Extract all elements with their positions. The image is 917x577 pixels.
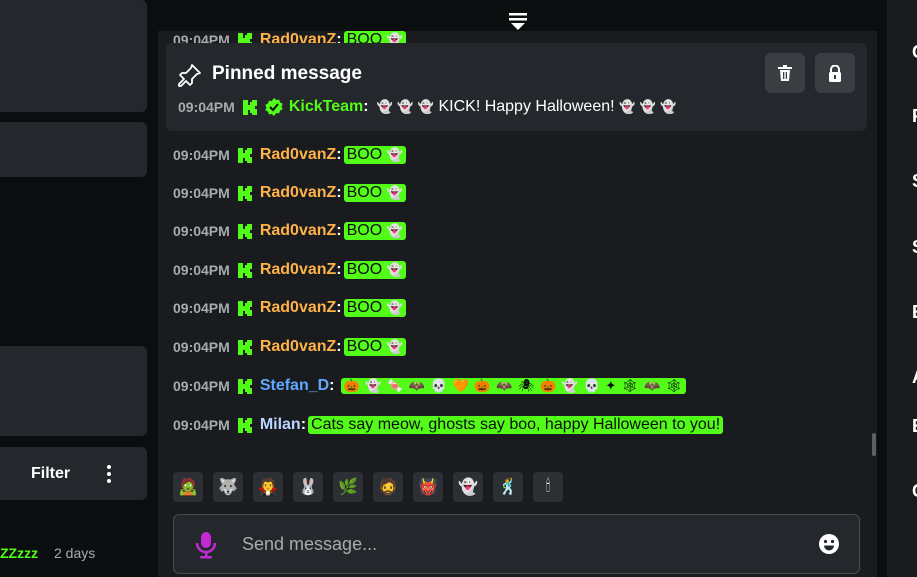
ghost-emote-icon: 👻: [376, 99, 393, 114]
emote-button[interactable]: 🕺: [493, 472, 523, 502]
message-username[interactable]: Rad0vanZ: [260, 299, 336, 317]
kick-badge-icon: [237, 378, 252, 394]
right-panel-label[interactable]: S: [912, 171, 917, 192]
pinned-message-line: 09:04PM KickTeam : 👻 👻 👻 KICK! Happy Hal…: [178, 98, 677, 116]
emote-bar: 🧟 🐺 🧛 🐰 🌿 🧔 👹 👻 🕺 🕯: [173, 472, 563, 502]
kick-badge-icon: [237, 417, 252, 433]
lock-pin-button[interactable]: [815, 53, 855, 93]
message-username[interactable]: Rad0vanZ: [260, 184, 336, 202]
ghost-emote-icon: 👻: [386, 185, 403, 200]
message-text: BOO 👻: [343, 222, 406, 240]
emote-button[interactable]: 🌿: [333, 472, 363, 502]
pinned-title: Pinned message: [212, 63, 362, 84]
ghost-emote-icon: 👻: [417, 99, 435, 114]
chat-message[interactable]: 09:04PM Rad0vanZ : BOO 👻: [173, 336, 406, 358]
chat-message[interactable]: 09:04PM Milan : Cats say meow, ghosts sa…: [173, 414, 724, 436]
chat-message[interactable]: 09:04PM Rad0vanZ : BOO 👻: [173, 297, 406, 319]
emote-button[interactable]: 🐰: [293, 472, 323, 502]
pin-icon: [178, 64, 201, 87]
chat-message[interactable]: 09:04PM Rad0vanZ : BOO 👻: [173, 220, 406, 242]
message-username[interactable]: Milan: [260, 416, 301, 434]
emote-button[interactable]: 👻: [453, 472, 483, 502]
message-text: BOO 👻: [343, 261, 406, 279]
filter-bar: [0, 447, 147, 500]
message-timestamp: 09:04PM: [173, 300, 230, 316]
delete-pin-button[interactable]: [765, 53, 805, 93]
ghost-emote-icon: 👻: [386, 300, 403, 315]
message-text: Cats say meow, ghosts say boo, happy Hal…: [308, 416, 724, 434]
kick-badge-icon: [237, 300, 252, 316]
ghost-emote-icon: 👻: [386, 339, 403, 354]
pinned-text: KICK! Happy Halloween!: [438, 98, 615, 115]
message-text: BOO 👻: [343, 338, 406, 356]
message-text: BOO 👻: [343, 184, 406, 202]
left-card[interactable]: [0, 0, 147, 112]
filter-button[interactable]: Filter: [31, 465, 70, 483]
kick-badge-icon: [242, 99, 257, 115]
kick-badge-icon: [237, 185, 252, 201]
ghost-emote-icon: 👻: [660, 99, 677, 114]
emoji-picker-icon[interactable]: [818, 533, 840, 555]
right-panel-label[interactable]: F: [912, 106, 917, 127]
emote-button[interactable]: 🧔: [373, 472, 403, 502]
right-panel-label[interactable]: C: [912, 481, 917, 502]
trash-icon: [778, 65, 792, 81]
message-timestamp: 09:04PM: [178, 99, 235, 115]
collapse-chat-icon[interactable]: [507, 10, 529, 32]
kick-badge-icon: [237, 262, 252, 278]
ghost-emote-icon: 👻: [639, 99, 656, 114]
message-username[interactable]: KickTeam: [289, 98, 363, 116]
ghost-emote-icon: 👻: [619, 99, 636, 114]
kick-badge-icon: [237, 339, 252, 355]
more-options-icon[interactable]: [103, 462, 115, 486]
right-panel-label[interactable]: C: [912, 42, 917, 63]
message-timestamp: 09:04PM: [173, 339, 230, 355]
message-username[interactable]: Rad0vanZ: [260, 146, 336, 164]
ghost-emote-icon: 👻: [397, 99, 414, 114]
ghost-emote-icon: 👻: [386, 223, 403, 238]
left-card[interactable]: [0, 346, 147, 436]
chat-message[interactable]: 09:04PM Rad0vanZ : BOO 👻: [173, 182, 406, 204]
message-timestamp: 09:04PM: [173, 185, 230, 201]
message-username[interactable]: Rad0vanZ: [260, 261, 336, 279]
chat-message[interactable]: 09:04PM Rad0vanZ : BOO 👻: [173, 144, 406, 166]
emote-button[interactable]: 🐺: [213, 472, 243, 502]
pinned-message: Pinned message 09:04PM KickTeam : 👻 👻 👻 …: [166, 43, 867, 131]
message-timestamp: 09:04PM: [173, 147, 230, 163]
left-panel: Filter ZZzzz 2 days: [0, 0, 155, 577]
right-panel-label[interactable]: E: [912, 416, 917, 437]
emote-button[interactable]: 🕯: [533, 472, 563, 502]
message-text: BOO 👻: [343, 146, 406, 164]
kick-badge-icon: [237, 147, 252, 163]
ghost-emote-icon: 👻: [386, 262, 403, 277]
right-panel-label[interactable]: E: [912, 302, 917, 323]
message-username[interactable]: Stefan_D: [260, 377, 329, 395]
message-timestamp: 09:04PM: [173, 417, 230, 433]
message-username[interactable]: Rad0vanZ: [260, 338, 336, 356]
lock-icon: [829, 64, 841, 82]
emote-button[interactable]: 🧛: [253, 472, 283, 502]
message-timestamp: 09:04PM: [173, 378, 230, 394]
left-user-name[interactable]: ZZzzz: [0, 545, 38, 561]
emote-button[interactable]: 🧟: [173, 472, 203, 502]
message-emotes: 🎃 👻 🍬 🦇 💀 🧡 🎃 🦇 🕷 🎃 👻 💀 ✦ 🕸 🦇 🕸: [340, 378, 687, 394]
microphone-icon[interactable]: [194, 531, 218, 559]
left-card[interactable]: [0, 122, 147, 177]
ghost-emote-icon: 👻: [386, 147, 403, 162]
verified-badge-icon: [265, 98, 283, 116]
emote-button[interactable]: 👹: [413, 472, 443, 502]
message-timestamp: 09:04PM: [173, 262, 230, 278]
send-message-input[interactable]: [242, 529, 802, 559]
left-user-time: 2 days: [54, 545, 96, 561]
right-panel-label[interactable]: S: [912, 237, 917, 258]
right-panel-label[interactable]: A: [912, 367, 917, 388]
kick-badge-icon: [237, 223, 252, 239]
message-username[interactable]: Rad0vanZ: [260, 222, 336, 240]
chat-message[interactable]: 09:04PM Stefan_D : 🎃 👻 🍬 🦇 💀 🧡 🎃 🦇 🕷 🎃 👻…: [173, 375, 687, 397]
chat-scrollbar[interactable]: [872, 433, 876, 456]
send-message-box: [173, 514, 860, 574]
message-timestamp: 09:04PM: [173, 223, 230, 239]
chat-message[interactable]: 09:04PM Rad0vanZ : BOO 👻: [173, 259, 406, 281]
message-text: BOO 👻: [343, 299, 406, 317]
